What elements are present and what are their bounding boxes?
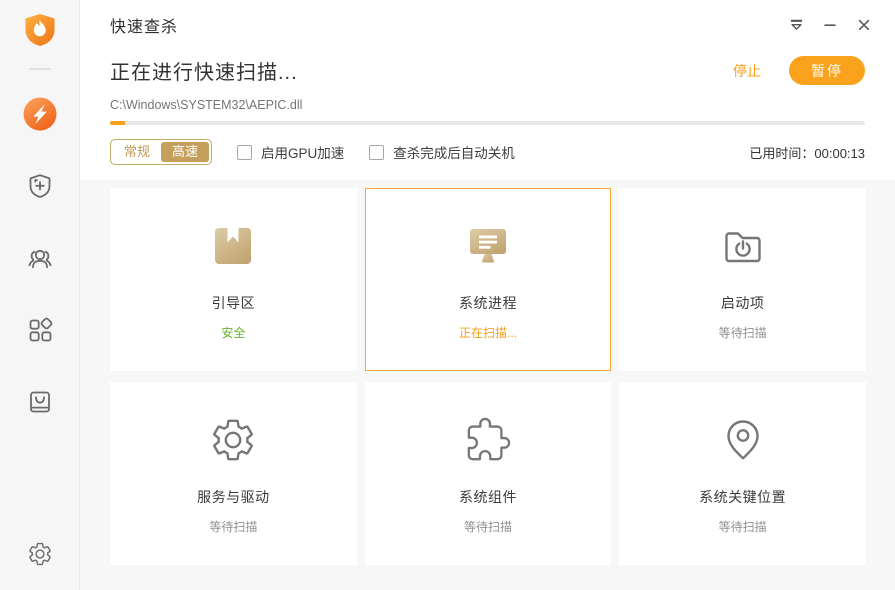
card-title: 引导区 [212,293,256,313]
boot-sector-icon [209,222,257,270]
card-boot-sector: 引导区 安全 [110,188,357,371]
scan-categories-grid: 引导区 安全 [110,188,866,565]
checkbox-box[interactable] [237,145,252,160]
card-title: 系统进程 [459,293,517,313]
startup-folder-icon [719,222,767,270]
mode-fast-option[interactable]: 高速 [161,142,209,162]
gpu-acceleration-checkbox[interactable]: 启用GPU加速 [237,142,344,162]
main-panel: 快速查杀 [80,0,895,590]
elapsed-time: 已用时间：00:00:13 [749,143,865,162]
page-title: 快速查杀 [110,13,178,37]
minimize-icon[interactable] [813,10,847,40]
elapsed-time-label: 已用时间： [749,146,814,161]
current-file-path: C:\Windows\SYSTEM32\AEPIC.dll [80,98,895,112]
scan-progress-bar [110,121,865,125]
card-title: 服务与驱动 [197,487,270,507]
quick-scan-window: 快速查杀 [0,0,895,590]
scan-categories-area: 引导区 安全 [80,180,895,590]
card-status: 等待扫描 [209,518,257,535]
family-protection-icon [26,244,54,272]
auto-shutdown-checkbox[interactable]: 查杀完成后自动关机 [369,142,515,162]
close-icon[interactable] [847,10,881,40]
sidebar-item-settings[interactable] [0,526,80,582]
card-status: 等待扫描 [719,518,767,535]
card-startup-items: 启动项 等待扫描 [619,188,866,371]
sidebar [0,0,80,590]
sidebar-item-security-tools[interactable] [0,294,80,366]
huorong-logo [22,11,58,49]
mode-normal-option[interactable]: 常规 [113,142,161,162]
virus-scan-icon [23,97,57,131]
hide-to-tray-icon[interactable] [779,10,813,40]
stop-button[interactable]: 停止 [733,61,761,81]
card-key-locations: 系统关键位置 等待扫描 [619,382,866,565]
sidebar-nav [0,78,80,438]
card-system-components: 系统组件 等待扫描 [365,382,612,565]
card-title: 启动项 [721,293,765,313]
scan-actions: 停止 暂停 [733,56,865,85]
protection-center-shield-icon [26,172,54,200]
sidebar-divider [29,68,51,70]
key-locations-pin-icon [719,416,767,464]
scan-mode-toggle: 常规 高速 [110,139,212,165]
security-tools-icon [26,316,54,344]
checkbox-box[interactable] [369,145,384,160]
scan-progress-fill [110,121,125,125]
components-puzzle-icon [465,416,511,464]
checkbox-label: 查杀完成后自动关机 [393,142,515,162]
checkbox-label: 启用GPU加速 [261,142,344,162]
card-status: 正在扫描... [459,324,517,341]
window-controls [779,10,881,40]
card-system-processes: 系统进程 正在扫描... [365,188,612,371]
scan-status-heading: 正在进行快速扫描... [110,56,298,85]
pause-button[interactable]: 暂停 [789,56,865,85]
sidebar-item-family-protection[interactable] [0,222,80,294]
sidebar-item-security-store[interactable] [0,366,80,438]
security-store-icon [26,388,54,416]
system-process-icon [464,222,512,270]
elapsed-time-value: 00:00:13 [814,146,865,161]
sidebar-item-protection-center[interactable] [0,150,80,222]
titlebar: 快速查杀 [80,0,895,50]
card-status: 等待扫描 [719,324,767,341]
sidebar-item-virus-scan[interactable] [0,78,80,150]
card-title: 系统组件 [459,487,517,507]
card-title: 系统关键位置 [699,487,786,507]
services-gear-icon [209,416,257,464]
scan-options-row: 常规 高速 启用GPU加速 查杀完成后自动关机 已用时间：00:00:13 [110,138,865,166]
scan-header: 正在进行快速扫描... 停止 暂停 [80,56,895,85]
settings-gear-icon [27,541,53,567]
card-status: 安全 [221,324,245,341]
card-status: 等待扫描 [464,518,512,535]
card-services-drivers: 服务与驱动 等待扫描 [110,382,357,565]
